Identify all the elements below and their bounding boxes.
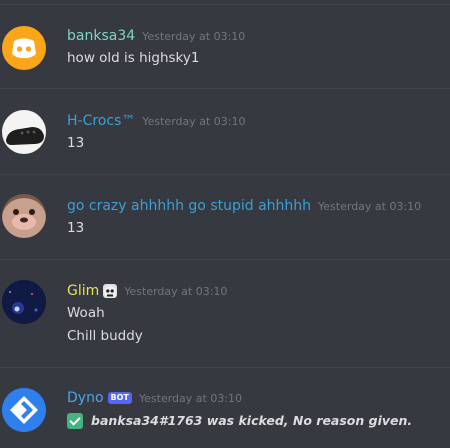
pet-face-icon xyxy=(2,198,46,238)
message-text: how old is highsky1 xyxy=(67,50,200,66)
skull-face-icon xyxy=(103,284,118,298)
kick-text: banksa34#1763 was kicked, No reason give… xyxy=(91,413,413,428)
username[interactable]: banksa34 xyxy=(67,28,135,44)
message-divider xyxy=(0,174,450,175)
croc-shoe-icon xyxy=(6,127,44,145)
timestamp: Yesterday at 03:10 xyxy=(124,284,228,298)
avatar[interactable] xyxy=(2,110,46,154)
check-icon xyxy=(67,413,83,429)
discord-logo-icon xyxy=(12,38,36,59)
timestamp: Yesterday at 03:10 xyxy=(138,391,243,405)
avatar[interactable] xyxy=(2,26,46,70)
username[interactable]: Glim xyxy=(67,283,99,299)
username[interactable]: Dyno xyxy=(67,390,104,406)
timestamp: Yesterday at 03:10 xyxy=(142,29,246,43)
avatar[interactable] xyxy=(2,388,46,432)
username[interactable]: H-Crocs™ xyxy=(67,113,135,129)
message-divider xyxy=(0,4,450,5)
message-divider xyxy=(0,88,450,89)
bot-tag: BOT xyxy=(107,392,132,404)
avatar[interactable] xyxy=(2,280,46,324)
dyno-logo-icon xyxy=(2,388,46,432)
timestamp: Yesterday at 03:10 xyxy=(142,114,246,128)
avatar[interactable] xyxy=(2,194,46,238)
timestamp: Yesterday at 03:10 xyxy=(318,199,422,213)
message-text: 13 xyxy=(67,135,85,151)
message-divider xyxy=(0,259,450,260)
message-text: 13 xyxy=(67,220,85,236)
message-divider xyxy=(0,367,450,368)
galaxy-avatar-icon xyxy=(2,280,46,324)
username[interactable]: go crazy ahhhhh go stupid ahhhhh xyxy=(67,198,311,214)
kick-notice: banksa34#1763 was kicked, No reason give… xyxy=(67,413,412,429)
message-text: Woah xyxy=(67,305,105,321)
message-text: Chill buddy xyxy=(67,328,143,344)
